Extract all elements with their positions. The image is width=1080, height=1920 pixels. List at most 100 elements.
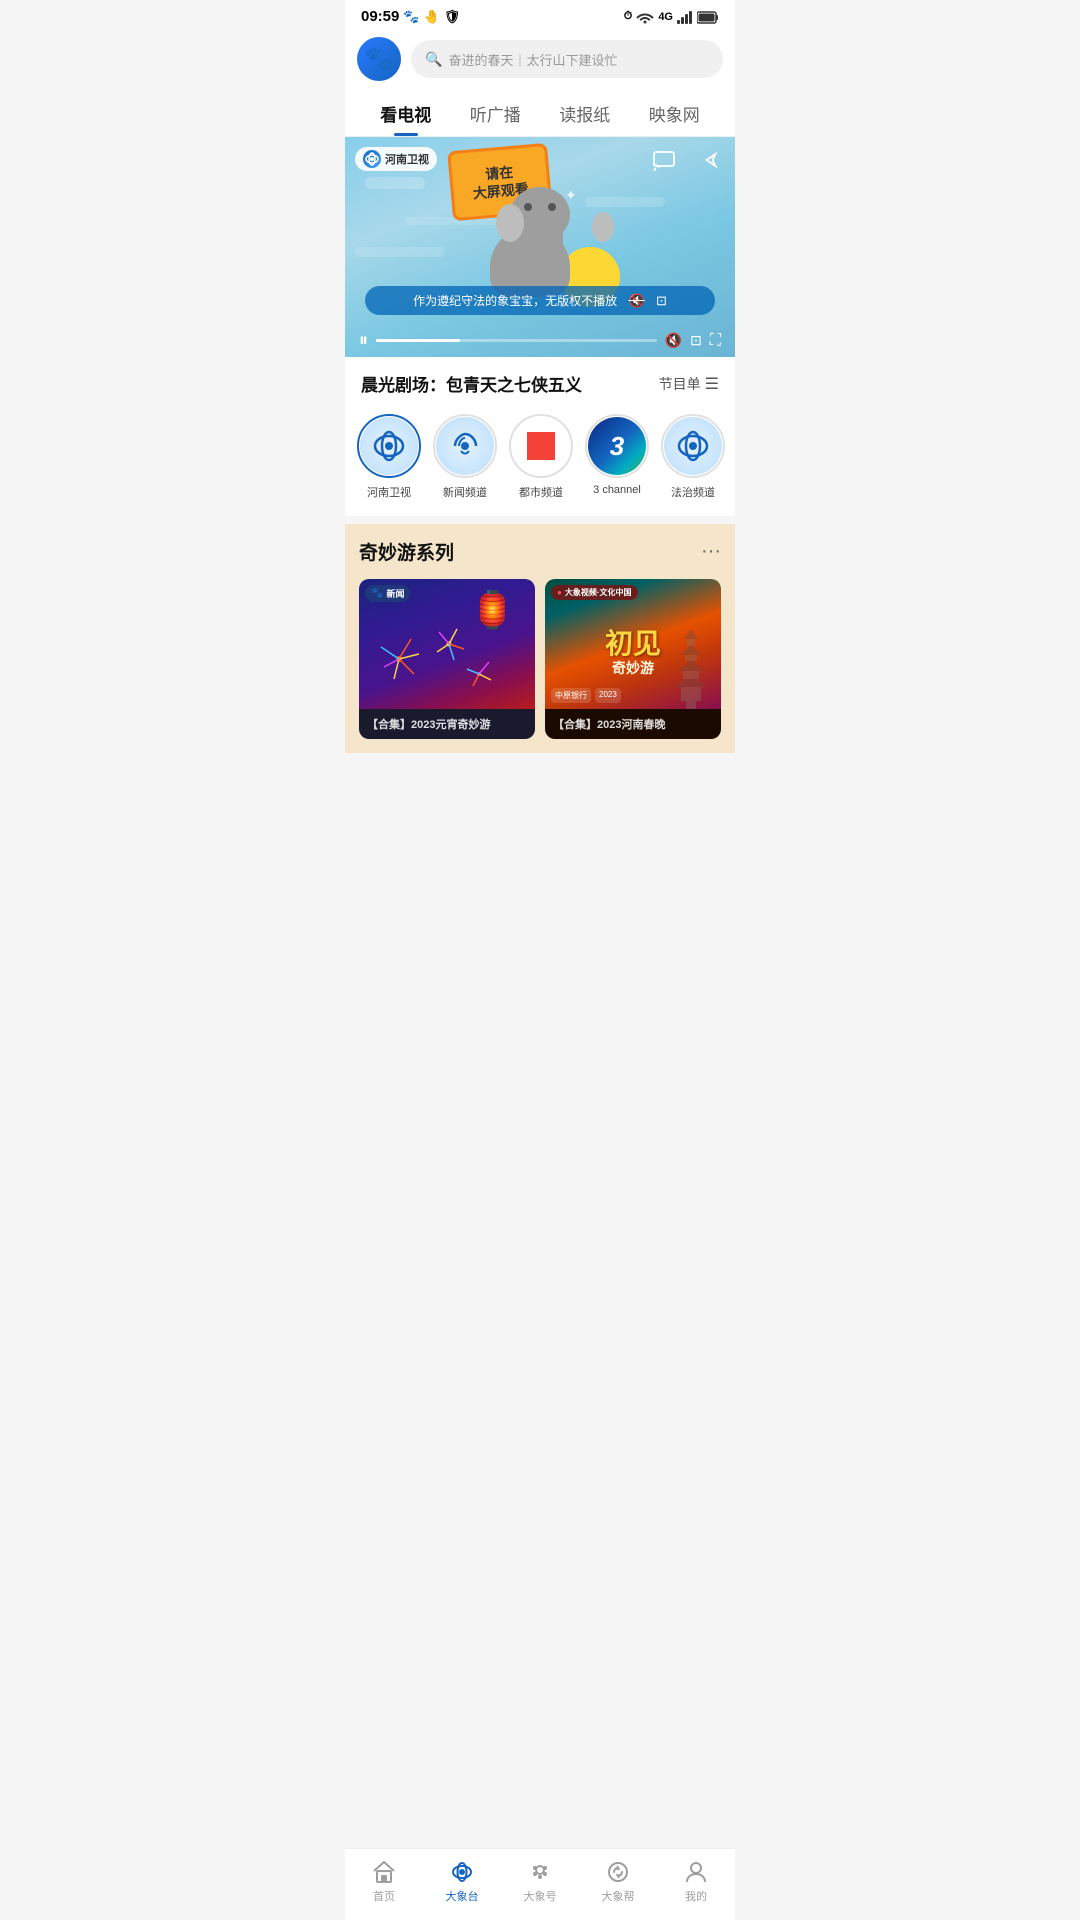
law-logo-inner [664,417,722,475]
city-logo-square [527,432,555,460]
signal-bars-icon [677,9,693,25]
channel-circle-henan[interactable] [357,414,421,478]
subtitle-text: 作为遵纪守法的象宝宝，无版权不播放 [413,294,617,308]
nav-label-mine: 我的 [685,1888,707,1904]
channel-label-news: 新闻频道 [443,484,487,500]
news-logo-inner [436,417,494,475]
nav-label-daxiangtai: 大象台 [446,1888,479,1904]
daxiangtai-icon [449,1857,475,1885]
channel-circle-news[interactable] [433,414,497,478]
program-title: 晨光剧场：包青天之七侠五义 [361,371,582,396]
program-title-row: 晨光剧场：包青天之七侠五义 节目单 ☰ [345,357,735,406]
card1-logo-icon: 🐾 [371,588,383,599]
partner1: 中原银行 [551,688,591,703]
nav-home[interactable]: 首页 [345,1857,423,1904]
logo-paw-icon: 🐾 [364,45,394,74]
signal-4g-icon: 4G [658,11,673,23]
schedule-icon: ☰ [705,374,719,394]
elephant-trunk [548,232,563,277]
card2-title-bar: 【合集】2023河南春晚 [545,709,721,739]
channel-circle-city[interactable] [509,414,573,478]
cast-icon[interactable] [649,145,679,175]
festival-text2: 奇妙游 [612,658,654,678]
header: 🐾 🔍 奋进的春天｜太行山下建设忙 [345,29,735,89]
recommend-section: 奇妙游系列 ··· 🐾 新闻 🏮 [345,524,735,753]
progress-fill [376,339,460,342]
status-time: 09:59 [361,8,399,25]
channel-badge: 河南卫视 [355,147,437,171]
channel-item-news[interactable]: 新闻频道 [431,414,499,500]
festival-text1: 初见 [605,630,661,658]
mine-icon [683,1857,709,1885]
bottom-nav: 首页 大象台 大象号 大象帮 [345,1848,735,1920]
card2-image: ● 大象视频·文化中国 初见 奇妙游 中原银行 2023 [545,579,721,709]
recommend-header: 奇妙游系列 ··· [359,538,721,565]
fullscreen-button[interactable]: ⛶ [710,332,721,350]
nav-daxianghao[interactable]: 大象号 [501,1857,579,1904]
mute-button[interactable]: 🔇 [665,332,682,349]
channel-name-badge: 河南卫视 [385,151,429,167]
pause-button[interactable]: ⏸ [359,330,368,351]
recommend-card-2[interactable]: ● 大象视频·文化中国 初见 奇妙游 中原银行 2023 [545,579,721,739]
channel-label-henan: 河南卫视 [367,484,411,500]
tab-tv[interactable]: 看电视 [361,89,451,136]
channel-item-henan[interactable]: 河南卫视 [355,414,423,500]
video-player[interactable]: 河南卫视 ✦ ✦ ✦ [345,137,735,357]
channel-circle-law[interactable] [661,414,725,478]
tab-yingxiang[interactable]: 映象网 [630,89,720,136]
ch3-text: 3 [610,431,624,462]
schedule-label: 节目单 [659,374,701,394]
recommend-title: 奇妙游系列 [359,538,454,565]
progress-bar[interactable] [376,339,657,342]
tab-radio[interactable]: 听广播 [451,89,541,136]
nav-label-daxiangbang: 大象帮 [602,1888,635,1904]
henan-logo-inner [360,417,418,475]
status-right: ⏱ 4G [624,9,719,25]
schedule-button[interactable]: 节目单 ☰ [659,374,719,394]
channel-label-law: 法治频道 [671,484,715,500]
mute-indicator: 🔇 [628,293,644,308]
tab-newspaper[interactable]: 读报纸 [540,89,630,136]
nav-daxiangbang[interactable]: 大象帮 [579,1857,657,1904]
speed-icon: ⏱ [624,10,633,23]
video-subtitle: 作为遵纪守法的象宝宝，无版权不播放 🔇 ⊡ [365,286,715,315]
channel-item-ch3[interactable]: 3 3 channel [583,414,651,500]
channel-circle-ch3[interactable]: 3 [585,414,649,478]
partner-logos: 中原银行 2023 [551,688,621,703]
channel-logo-small [363,150,381,168]
paw-icon: 🐾 [403,9,419,25]
share-icon[interactable] [695,145,725,175]
fireworks-decoration [369,624,499,694]
nav-mine[interactable]: 我的 [657,1857,735,1904]
app-logo[interactable]: 🐾 [357,37,401,81]
card1-logo-text: 新闻 [386,587,404,600]
card1-badge: 🐾 新闻 [365,585,410,602]
ch3-logo-inner: 3 [588,417,646,475]
nav-daxiangtai[interactable]: 大象台 [423,1857,501,1904]
search-placeholder-text: 奋进的春天｜太行山下建设忙 [448,50,617,69]
wifi-icon [636,9,654,25]
video-container: 河南卫视 ✦ ✦ ✦ [345,137,735,516]
recommend-grid: 🐾 新闻 🏮 [359,579,721,739]
channel-list: 河南卫视 新闻频道 [345,406,735,516]
card1-image: 🐾 新闻 🏮 [359,579,535,709]
recommend-more-button[interactable]: ··· [701,540,721,563]
shield-icon: 🛡 [444,9,461,25]
battery-icon [697,9,719,24]
search-bar[interactable]: 🔍 奋进的春天｜太行山下建设忙 [411,40,723,78]
nav-label-home: 首页 [373,1888,395,1904]
daxiangbang-icon [605,1857,631,1885]
video-controls-bottom[interactable]: ⏸ 🔇 ⊡ ⛶ [345,330,735,351]
nav-label-daxianghao: 大象号 [524,1888,557,1904]
city-logo-inner [512,417,570,475]
card1-title-bar: 【合集】2023元宵奇妙游 [359,709,535,739]
channel-item-law[interactable]: 法治频道 [659,414,727,500]
card2-title: 【合集】2023河南春晚 [553,719,665,731]
channel-label-city: 都市频道 [519,484,563,500]
recommend-card-1[interactable]: 🐾 新闻 🏮 [359,579,535,739]
elephant-scene: 请在 大屏观看 [440,147,640,307]
channel-item-city[interactable]: 都市频道 [507,414,575,500]
pagoda-icon [661,629,721,709]
partner2: 2023 [595,688,621,703]
pip-button[interactable]: ⊡ [690,332,702,349]
